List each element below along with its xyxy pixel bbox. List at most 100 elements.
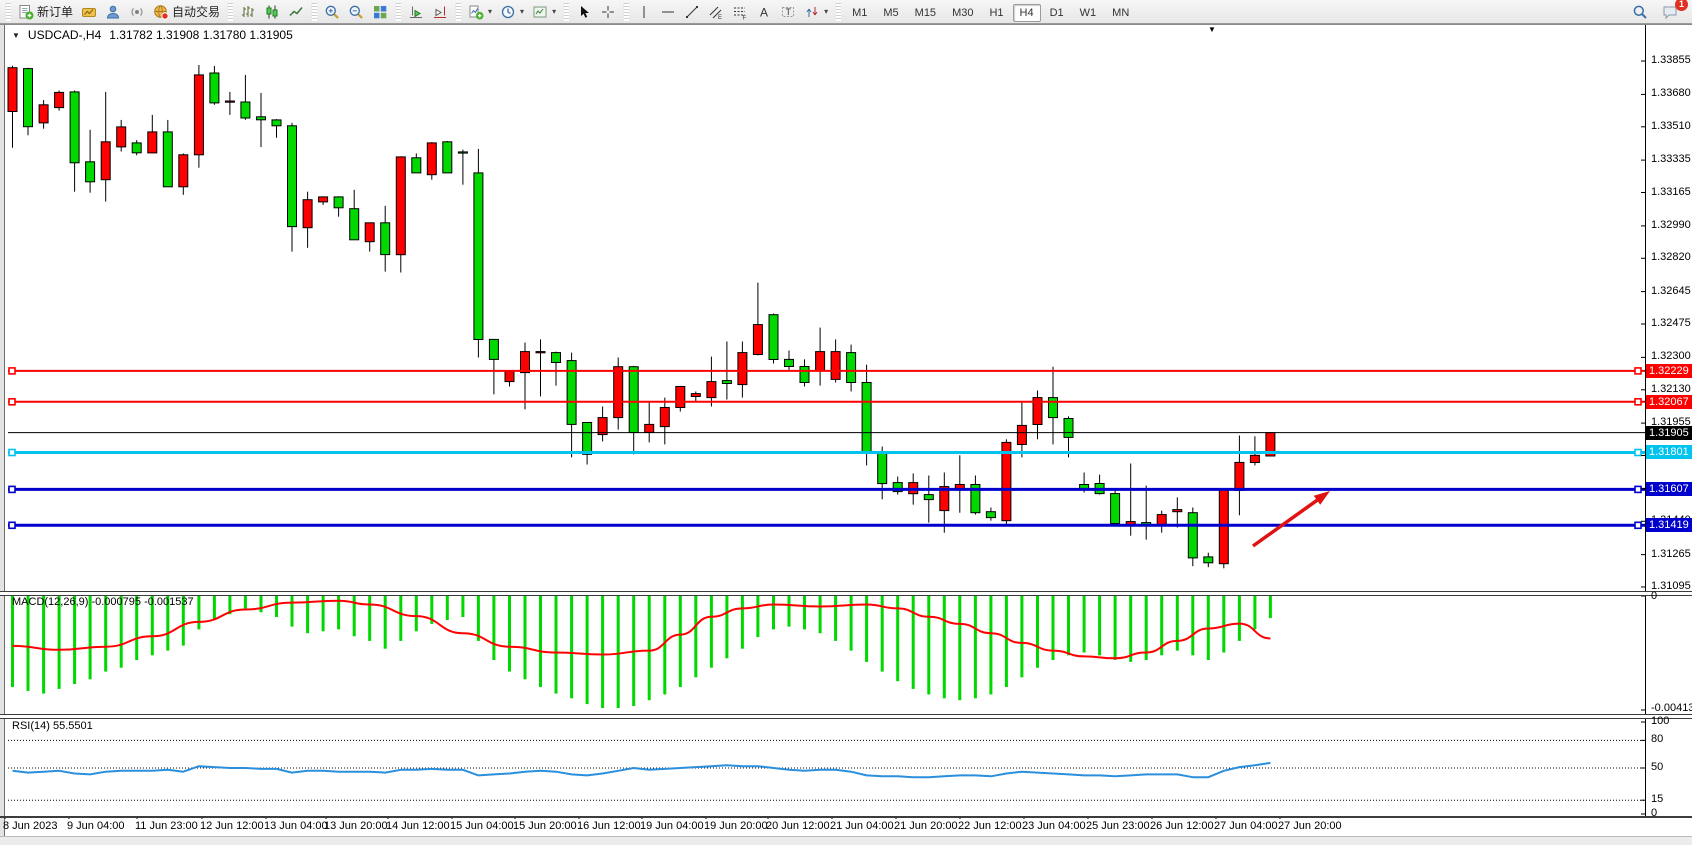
text-button[interactable]: A: [752, 1, 776, 23]
rsi-tick-label[interactable]: 50: [1651, 761, 1692, 773]
signals-button[interactable]: [125, 1, 149, 23]
price-tick-label[interactable]: 1.32820: [1651, 251, 1692, 263]
toolbar-grip[interactable]: [835, 3, 841, 21]
rsi-tick-label[interactable]: 0: [1651, 807, 1692, 819]
time-label[interactable]: 21 Jun 20:00: [894, 820, 958, 832]
line-handle[interactable]: [9, 450, 15, 456]
tile-windows-button[interactable]: [368, 1, 392, 23]
timeframe-button-M1[interactable]: M1: [845, 4, 874, 22]
time-label[interactable]: 25 Jun 23:00: [1086, 820, 1150, 832]
price-tick-label[interactable]: 1.32475: [1651, 317, 1692, 329]
arrows-button[interactable]: ▾: [800, 1, 832, 23]
time-label[interactable]: 14 Jun 12:00: [386, 820, 450, 832]
price-tick-label[interactable]: 1.32645: [1651, 285, 1692, 297]
timeframe-button-M15[interactable]: M15: [908, 4, 943, 22]
line-handle[interactable]: [1635, 368, 1641, 374]
time-label[interactable]: 15 Jun 20:00: [513, 820, 577, 832]
toolbar-grip[interactable]: [5, 3, 11, 21]
timeframe-button-D1[interactable]: D1: [1043, 4, 1071, 22]
rsi-tick-label[interactable]: 100: [1651, 715, 1692, 727]
pane-divider-rsi[interactable]: [0, 714, 1692, 719]
new-order-button[interactable]: 新订单: [14, 1, 77, 23]
text-label-button[interactable]: T: [776, 1, 800, 23]
price-tick-label[interactable]: 1.33335: [1651, 153, 1692, 165]
time-label[interactable]: 27 Jun 04:00: [1214, 820, 1278, 832]
price-tick-label[interactable]: 1.33165: [1651, 186, 1692, 198]
timeframe-button-H1[interactable]: H1: [982, 4, 1010, 22]
timeframe-button-M5[interactable]: M5: [876, 4, 905, 22]
line-handle[interactable]: [9, 368, 15, 374]
price-tick-label[interactable]: 1.33855: [1651, 54, 1692, 66]
price-tick-label[interactable]: 1.32990: [1651, 219, 1692, 231]
equidistant-channel-button[interactable]: E: [704, 1, 728, 23]
auto-scroll-button[interactable]: [404, 1, 428, 23]
crosshair-button[interactable]: [596, 1, 620, 23]
line-handle[interactable]: [9, 486, 15, 492]
zoom-out-button[interactable]: [344, 1, 368, 23]
time-label[interactable]: 19 Jun 20:00: [704, 820, 768, 832]
time-label[interactable]: 23 Jun 04:00: [1022, 820, 1086, 832]
line-handle[interactable]: [1635, 450, 1641, 456]
horizontal-line-button[interactable]: [656, 1, 680, 23]
time-label[interactable]: 19 Jun 04:00: [640, 820, 704, 832]
chart-shift-button[interactable]: [428, 1, 452, 23]
line-handle[interactable]: [1635, 486, 1641, 492]
time-label[interactable]: 16 Jun 12:00: [577, 820, 641, 832]
toolbar-grip[interactable]: [455, 3, 461, 21]
trendline-button[interactable]: [680, 1, 704, 23]
price-tick-label[interactable]: 1.32130: [1651, 383, 1692, 395]
toolbar-grip[interactable]: [227, 3, 233, 21]
time-label[interactable]: 21 Jun 04:00: [830, 820, 894, 832]
auto-trading-button[interactable]: 自动交易: [149, 1, 224, 23]
timeframe-button-W1[interactable]: W1: [1073, 4, 1104, 22]
timeframe-button-MN[interactable]: MN: [1105, 4, 1136, 22]
time-label[interactable]: 15 Jun 04:00: [450, 820, 514, 832]
bar-chart-button[interactable]: [236, 1, 260, 23]
toolbar-grip[interactable]: [623, 3, 629, 21]
macd-tick-label[interactable]: -0.004134: [1651, 702, 1692, 714]
time-label[interactable]: 22 Jun 12:00: [958, 820, 1022, 832]
macd-tick-label[interactable]: 0: [1651, 590, 1692, 602]
line-handle[interactable]: [1635, 522, 1641, 528]
time-label[interactable]: 26 Jun 12:00: [1150, 820, 1214, 832]
fibonacci-button[interactable]: F: [728, 1, 752, 23]
market-depth-button[interactable]: [77, 1, 101, 23]
time-label[interactable]: 13 Jun 20:00: [324, 820, 388, 832]
cursor-button[interactable]: [572, 1, 596, 23]
annotation-arrow-shaft[interactable]: [1253, 497, 1322, 546]
toolbar-grip[interactable]: [311, 3, 317, 21]
timeframe-button-M30[interactable]: M30: [945, 4, 980, 22]
time-label[interactable]: 27 Jun 20:00: [1278, 820, 1342, 832]
time-label[interactable]: 20 Jun 12:00: [766, 820, 830, 832]
vertical-line-button[interactable]: [632, 1, 656, 23]
symbol-dropdown-icon[interactable]: ▼: [12, 31, 20, 40]
price-tick-label[interactable]: 1.33510: [1651, 120, 1692, 132]
time-label[interactable]: 13 Jun 04:00: [264, 820, 328, 832]
toolbar-grip[interactable]: [563, 3, 569, 21]
line-handle[interactable]: [9, 522, 15, 528]
indicators-button[interactable]: ▾: [464, 1, 496, 23]
candle-body: [334, 197, 343, 208]
community-button[interactable]: [101, 1, 125, 23]
price-tick-label[interactable]: 1.32300: [1651, 350, 1692, 362]
price-tick-label[interactable]: 1.33680: [1651, 87, 1692, 99]
pane-divider-macd[interactable]: [0, 591, 1692, 596]
periods-button[interactable]: ▾: [496, 1, 528, 23]
line-chart-button[interactable]: [284, 1, 308, 23]
line-handle[interactable]: [1635, 399, 1641, 405]
time-label[interactable]: 8 Jun 2023: [3, 820, 57, 832]
templates-button[interactable]: ▾: [528, 1, 560, 23]
line-handle[interactable]: [9, 399, 15, 405]
timeframe-button-H4[interactable]: H4: [1013, 4, 1041, 22]
rsi-tick-label[interactable]: 15: [1651, 793, 1692, 805]
toolbar-grip[interactable]: [395, 3, 401, 21]
zoom-in-button[interactable]: [320, 1, 344, 23]
price-tick-label[interactable]: 1.31265: [1651, 548, 1692, 560]
time-label[interactable]: 12 Jun 12:00: [200, 820, 264, 832]
rsi-tick-label[interactable]: 80: [1651, 733, 1692, 745]
time-label[interactable]: 11 Jun 23:00: [135, 820, 198, 832]
notifications-button[interactable]: 1: [1658, 1, 1682, 23]
candlestick-chart-button[interactable]: [260, 1, 284, 23]
time-label[interactable]: 9 Jun 04:00: [67, 820, 125, 832]
search-button[interactable]: [1628, 1, 1652, 23]
